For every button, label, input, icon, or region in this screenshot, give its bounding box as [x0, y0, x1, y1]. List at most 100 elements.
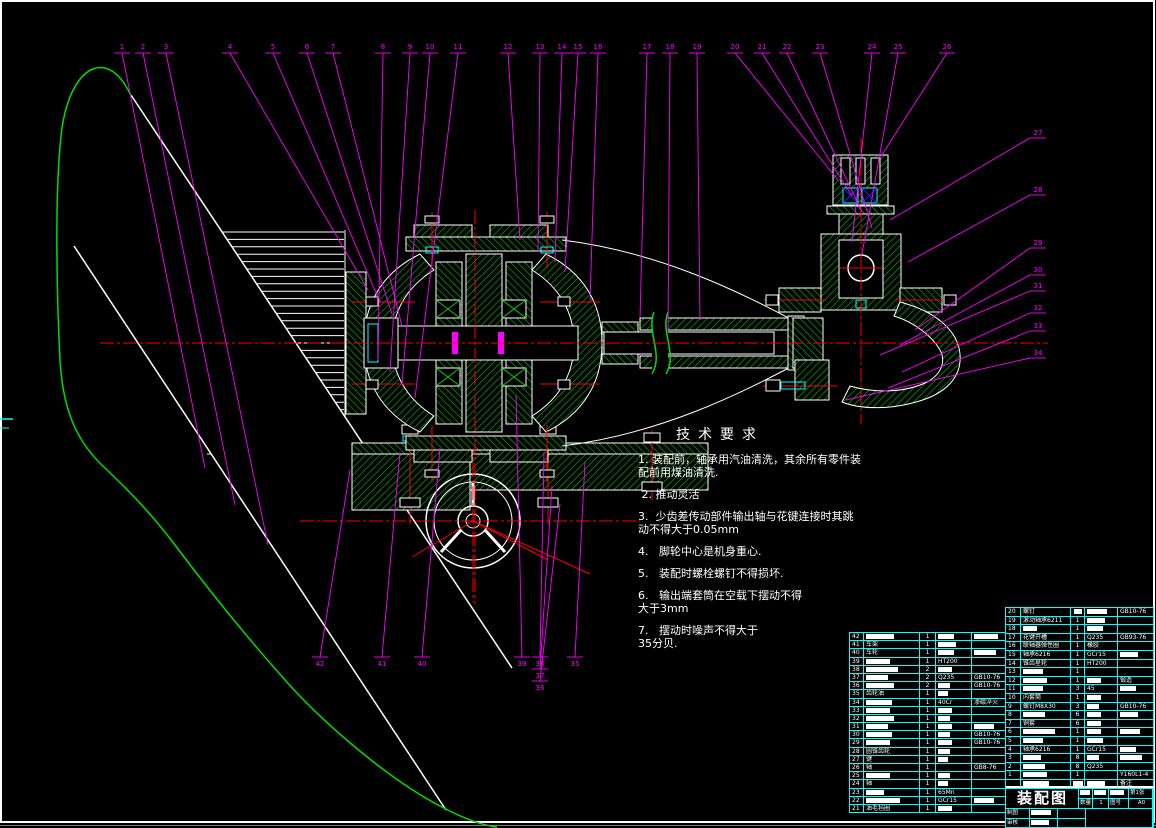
leader-line [565, 53, 578, 272]
bom-cell-qty: 8 [1071, 754, 1085, 763]
bom-cell-standard [1118, 617, 1154, 626]
bom-cell-qty: 1 [920, 789, 936, 797]
bom-cell-material [936, 641, 972, 649]
leader-line [890, 138, 1030, 220]
bom-cell-no: 24 [850, 780, 864, 788]
bom-cell-name: 螺钉 [1021, 608, 1071, 617]
bom-row: 1 1 Y160L1-4 [1006, 771, 1154, 780]
bom-cell-qty: 1 [1071, 617, 1085, 626]
bom-cell-standard: GB93-76 [1118, 634, 1154, 643]
bom-cell-no: 25 [850, 772, 864, 780]
bom-cell-standard [1118, 694, 1154, 703]
balloon-label-11: 11 [454, 43, 463, 51]
bom-cell-material: HT200 [936, 658, 972, 666]
bom-cell-standard: GB10-76 [1118, 608, 1154, 617]
bom-cell-standard [1118, 754, 1154, 763]
bom-cell-material [1085, 677, 1118, 686]
bom-row: 37 2 Q235 GB10-76 [850, 674, 1007, 682]
balloon-label-33: 33 [1034, 322, 1043, 330]
bom-row: 13 1 [1006, 668, 1154, 677]
balloon-label-30: 30 [1034, 266, 1043, 274]
balloon-label-26: 26 [943, 43, 952, 51]
bom-cell-name: 锥齿星轮 [1021, 660, 1071, 669]
bom-cell-standard [1118, 642, 1154, 651]
bom-cell-standard: GB10-76 [972, 739, 1007, 747]
balloon-label-25: 25 [894, 43, 903, 51]
bom-row: 33 1 [850, 707, 1007, 715]
leader-line [908, 195, 1030, 262]
bom-cell-material [936, 756, 972, 764]
balloon-label-19: 19 [693, 43, 702, 51]
bom-cell-qty: 1 [920, 748, 936, 756]
balloon-label-38: 38 [536, 660, 545, 668]
bom-cell-material [936, 690, 972, 698]
bom-cell-material [936, 682, 972, 690]
bom-cell-qty: 1 [920, 731, 936, 739]
bom-cell-material: GCr15 [1085, 651, 1118, 660]
bom-cell-name: 滚动轴承6211 [1021, 617, 1071, 626]
bom-row: 12 1 锻造 [1006, 677, 1154, 686]
bom-cell-qty: 1 [1071, 642, 1085, 651]
bom-cell-no: 39 [850, 658, 864, 666]
bom-cell-material [936, 764, 972, 772]
bom-cell-qty: 1 [920, 649, 936, 657]
drawn-by-value [1030, 809, 1058, 819]
bom-cell-standard [972, 772, 1007, 780]
bom-cell-standard: 渗碳淬火 [972, 699, 1007, 707]
bom-cell-no: 17 [1006, 634, 1021, 643]
bom-cell-qty: 1 [1071, 668, 1085, 677]
bom-cell-no: 5 [1006, 737, 1021, 746]
bom-cell-qty: 1 [920, 780, 936, 788]
bom-row: 23 1 65Mn [850, 789, 1007, 797]
bom-row: 22 1 GCr15 [850, 797, 1007, 805]
bom-cell-standard [972, 649, 1007, 657]
bom-row: 3 8 [1006, 754, 1154, 763]
bom-cell-no: 33 [850, 707, 864, 715]
balloon-label-29: 29 [1034, 239, 1043, 247]
bom-cell-material [1085, 771, 1118, 780]
bom-row: 19 滚动轴承6211 1 [1006, 617, 1154, 626]
bom-cell-material [936, 772, 972, 780]
checked-by-label: 审核 [1006, 819, 1030, 828]
bom-cell-standard: GB10-76 [972, 731, 1007, 739]
bom-cell-standard [972, 666, 1007, 674]
balloon-label-6: 6 [305, 43, 310, 51]
bom-row: 39 1 HT200 [850, 658, 1007, 666]
bom-cell-no: 38 [850, 666, 864, 674]
bom-cell-qty: 2 [920, 674, 936, 682]
bom-cell-qty: 1 [1071, 625, 1085, 634]
bom-cell-standard [972, 707, 1007, 715]
bom-cell-no: 37 [850, 674, 864, 682]
bom-cell-qty: 1 [920, 756, 936, 764]
bom-cell-qty: 1 [1071, 737, 1085, 746]
tech-requirement-item: 5. 装配时螺栓螺钉不得损坏. [638, 567, 892, 580]
bom-cell-standard [1118, 746, 1154, 755]
bom-row: 28 圆锥齿轮 1 [850, 748, 1007, 756]
bom-cell-no: 6 [1006, 728, 1021, 737]
bom-row: 29 1 GB10-76 [850, 739, 1007, 747]
bom-row: 10 内套筒 1 [1006, 694, 1154, 703]
bom-cell-material: HT200 [1085, 660, 1118, 669]
bom-cell-name [864, 739, 920, 747]
balloon-label-40: 40 [418, 660, 427, 668]
tech-requirement-item: 4. 脚轮中心是机身重心. [638, 545, 892, 558]
bom-cell-no: 4 [1006, 746, 1021, 755]
bom-cell-qty: 1 [920, 739, 936, 747]
leader-line [540, 504, 560, 681]
bom-cell-standard [1118, 660, 1154, 669]
bom-cell-name [864, 715, 920, 723]
bom-cell-no: 31 [850, 723, 864, 731]
bom-cell-no: 14 [1006, 660, 1021, 669]
bom-cell-no: 32 [850, 715, 864, 723]
bom-cell-name: 圆锥齿轮 [864, 748, 920, 756]
bom-row: 31 1 [850, 723, 1007, 731]
bom-cell-material [936, 715, 972, 723]
bom-cell-name [864, 658, 920, 666]
bom-cell-no: 30 [850, 731, 864, 739]
balloon-label-42: 42 [316, 660, 325, 668]
balloon-label-21: 21 [758, 43, 767, 51]
bom-cell-name: 油毛毡圈 [864, 805, 920, 813]
bom-cell-name [864, 633, 920, 641]
bom-cell-no: 19 [1006, 617, 1021, 626]
bom-cell-standard [1118, 720, 1154, 729]
